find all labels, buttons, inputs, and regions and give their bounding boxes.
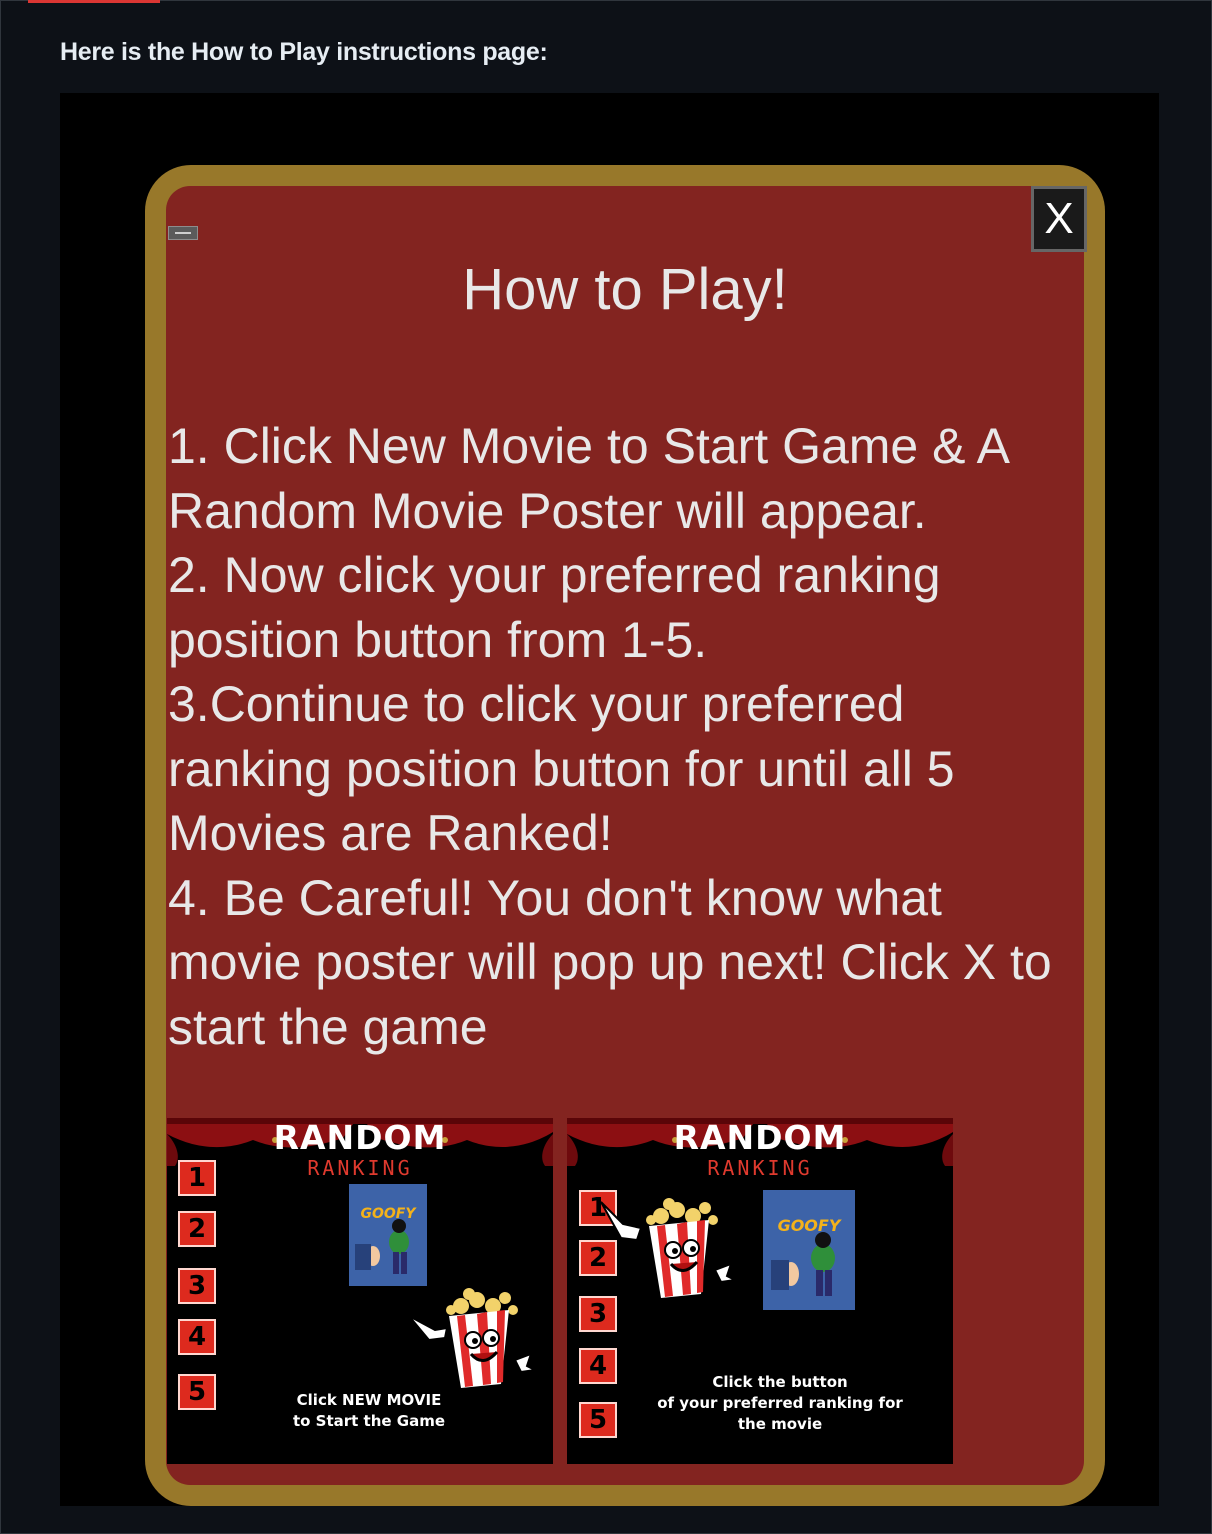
rank-button-4: 4	[178, 1319, 216, 1355]
instruction-step-3: 3.Continue to click your preferred ranki…	[168, 676, 955, 861]
thumbnail-caption: Click NEW MOVIE to Start the Game	[292, 1391, 446, 1430]
thumbnail-title: RANDOM	[273, 1118, 447, 1157]
instruction-step-2: 2. Now click your preferred ranking posi…	[168, 547, 941, 668]
rank-button-3: 3	[178, 1268, 216, 1304]
rank-button-5: 5	[178, 1374, 216, 1410]
modal-title: How to Play!	[462, 257, 788, 322]
thumbnail-subtitle: RANKING	[307, 1156, 413, 1180]
rank-button-2: 2	[178, 1211, 216, 1247]
instruction-step-1: 1. Click New Movie to Start Game & A Ran…	[168, 418, 1008, 539]
minimize-button[interactable]	[168, 226, 198, 240]
instruction-step-4: 4. Be Careful! You don't know what movie…	[168, 869, 1052, 1055]
intro-text: Here is the How to Play instructions pag…	[60, 38, 548, 66]
goofy-figure-icon	[355, 1219, 409, 1274]
instructions-list: 1. Click New Movie to Start Game & A Ran…	[168, 414, 1078, 1059]
popcorn-mascot-pointing-icon	[600, 1198, 737, 1298]
accent-line	[28, 0, 160, 3]
thumbnail-subtitle: RANKING	[707, 1156, 813, 1180]
thumbnail-title: RANDOM	[673, 1118, 847, 1157]
tutorial-thumbnail-rank-movie: RANDOM RANKING 1 2 3 4 5 GOOFY Click the…	[567, 1118, 953, 1464]
rank-button-5: 5	[579, 1402, 617, 1438]
goofy-figure-icon	[771, 1232, 835, 1296]
movie-poster: GOOFY	[349, 1184, 427, 1286]
rank-button-1: 1	[178, 1160, 216, 1196]
popcorn-mascot-icon	[408, 1288, 537, 1388]
close-button[interactable]: X	[1031, 186, 1087, 252]
movie-poster: GOOFY	[763, 1190, 855, 1310]
rank-button-4: 4	[579, 1348, 617, 1384]
tutorial-thumbnail-new-movie: RANDOM RANKING 1 2 3 4 5 GOOFY Click NEW…	[167, 1118, 553, 1464]
thumbnail-caption: Click the button of your preferred ranki…	[657, 1373, 903, 1433]
